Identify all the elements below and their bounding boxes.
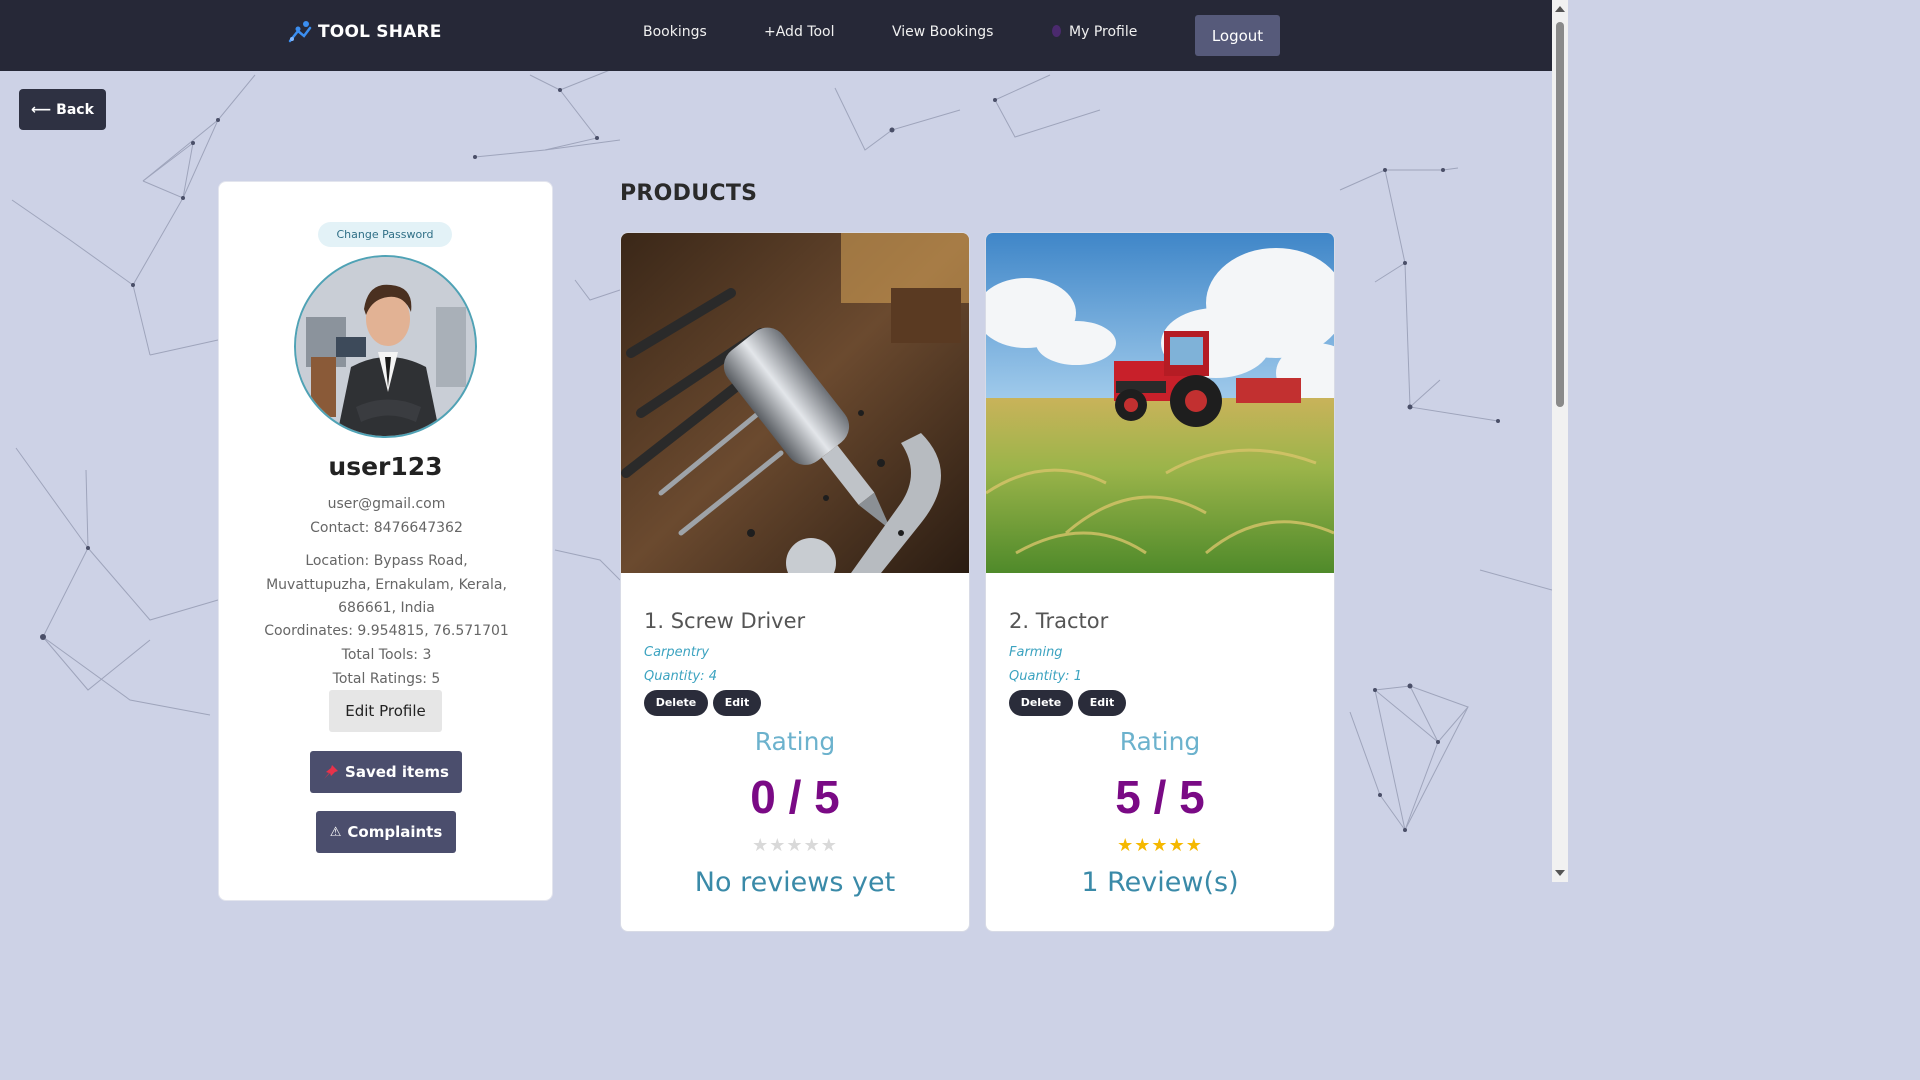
- product-name: 1. Screw Driver: [644, 609, 806, 633]
- delete-button[interactable]: Delete: [644, 690, 708, 716]
- nav-link-my-profile-label: My Profile: [1069, 24, 1138, 40]
- rating-value: 5 / 5: [1115, 771, 1205, 823]
- review-count: No reviews yet: [694, 867, 896, 898]
- saved-items-button[interactable]: Saved items: [310, 751, 462, 793]
- pushpin-icon: [324, 765, 339, 779]
- profile-email: user@gmail.com: [327, 496, 446, 512]
- change-password-button[interactable]: Change Password: [318, 222, 452, 247]
- arrow-left-icon: ⟵: [31, 101, 52, 118]
- tool-share-logo-icon: [288, 21, 312, 43]
- nav-link-my-profile[interactable]: My Profile: [1052, 24, 1137, 40]
- saved-items-label: Saved items: [345, 763, 449, 781]
- star-icon: ★: [1151, 835, 1169, 856]
- complaints-button[interactable]: ⚠ Complaints: [316, 811, 456, 853]
- star-icon: ★: [786, 835, 804, 856]
- profile-location-line: Location: Bypass Road,: [305, 553, 468, 569]
- navbar: TOOL SHARE Bookings +Add Tool View Booki…: [0, 0, 1552, 71]
- star-icon: ★: [1117, 835, 1135, 856]
- nav-link-add-tool[interactable]: +Add Tool: [764, 24, 834, 40]
- profile-total-tools: Total Tools: 3: [341, 647, 432, 663]
- star-icon: ★: [1185, 835, 1203, 856]
- page-scrollbar[interactable]: [1552, 0, 1568, 882]
- product-quantity: Quantity: 1: [1009, 669, 1082, 684]
- edit-profile-button[interactable]: Edit Profile: [329, 690, 442, 732]
- rating-label: Rating: [754, 727, 836, 756]
- star-icon: ★: [752, 835, 770, 856]
- profile-location-line: Muvattupuzha, Ernakulam, Kerala,: [266, 576, 507, 593]
- profile-location-line: 686661, India: [338, 600, 435, 616]
- nav-link-view-bookings[interactable]: View Bookings: [892, 24, 993, 40]
- scroll-up-arrow-icon[interactable]: [1555, 6, 1565, 12]
- scrollbar-thumb[interactable]: [1556, 22, 1564, 407]
- logout-button[interactable]: Logout: [1195, 15, 1280, 56]
- product-category: Farming: [1009, 645, 1063, 660]
- product-image-tractor[interactable]: [986, 233, 1334, 573]
- star-icon: ★: [803, 835, 821, 856]
- product-name: 2. Tractor: [1009, 609, 1109, 633]
- back-button[interactable]: ⟵ Back: [19, 89, 106, 130]
- review-count: 1 Review(s): [1081, 867, 1239, 898]
- profile-coordinates: Coordinates: 9.954815, 76.571701: [264, 623, 509, 639]
- profile-contact: Contact: 8476647362: [310, 520, 463, 536]
- scroll-down-arrow-icon[interactable]: [1555, 870, 1565, 876]
- avatar: [294, 255, 477, 438]
- star-icon: ★: [820, 835, 838, 856]
- star-icon: ★: [1168, 835, 1186, 856]
- product-card: 1. Screw Driver Carpentry Quantity: 4 De…: [620, 232, 970, 932]
- warning-icon: ⚠: [329, 824, 342, 840]
- username: user123: [328, 452, 443, 481]
- products-title: PRODUCTS: [620, 181, 758, 206]
- profile-location: Location: Bypass Road, Muvattupuzha, Ern…: [249, 550, 524, 621]
- rating-stars: ★★★★★: [621, 835, 969, 856]
- rating-value: 0 / 5: [750, 771, 840, 823]
- brand[interactable]: TOOL SHARE: [288, 18, 442, 46]
- complaints-label: Complaints: [347, 823, 443, 841]
- edit-button[interactable]: Edit: [1078, 690, 1126, 716]
- product-category: Carpentry: [644, 645, 710, 660]
- star-icon: ★: [1134, 835, 1152, 856]
- back-button-label: Back: [56, 101, 94, 118]
- nav-link-bookings[interactable]: Bookings: [643, 24, 707, 40]
- product-image-screwdriver[interactable]: [621, 233, 969, 573]
- avatar-image: [296, 257, 475, 436]
- profile-total-ratings: Total Ratings: 5: [332, 671, 441, 687]
- profile-card: Change Password user123 user@gmail.com C…: [218, 181, 553, 901]
- user-pin-icon: [1052, 25, 1061, 37]
- edit-button[interactable]: Edit: [713, 690, 761, 716]
- rating-stars: ★★★★★: [986, 835, 1334, 856]
- product-quantity: Quantity: 4: [644, 669, 717, 684]
- star-icon: ★: [769, 835, 787, 856]
- product-card: 2. Tractor Farming Quantity: 1 Delete Ed…: [985, 232, 1335, 932]
- rating-label: Rating: [1119, 727, 1201, 756]
- brand-name: TOOL SHARE: [318, 22, 442, 42]
- delete-button[interactable]: Delete: [1009, 690, 1073, 716]
